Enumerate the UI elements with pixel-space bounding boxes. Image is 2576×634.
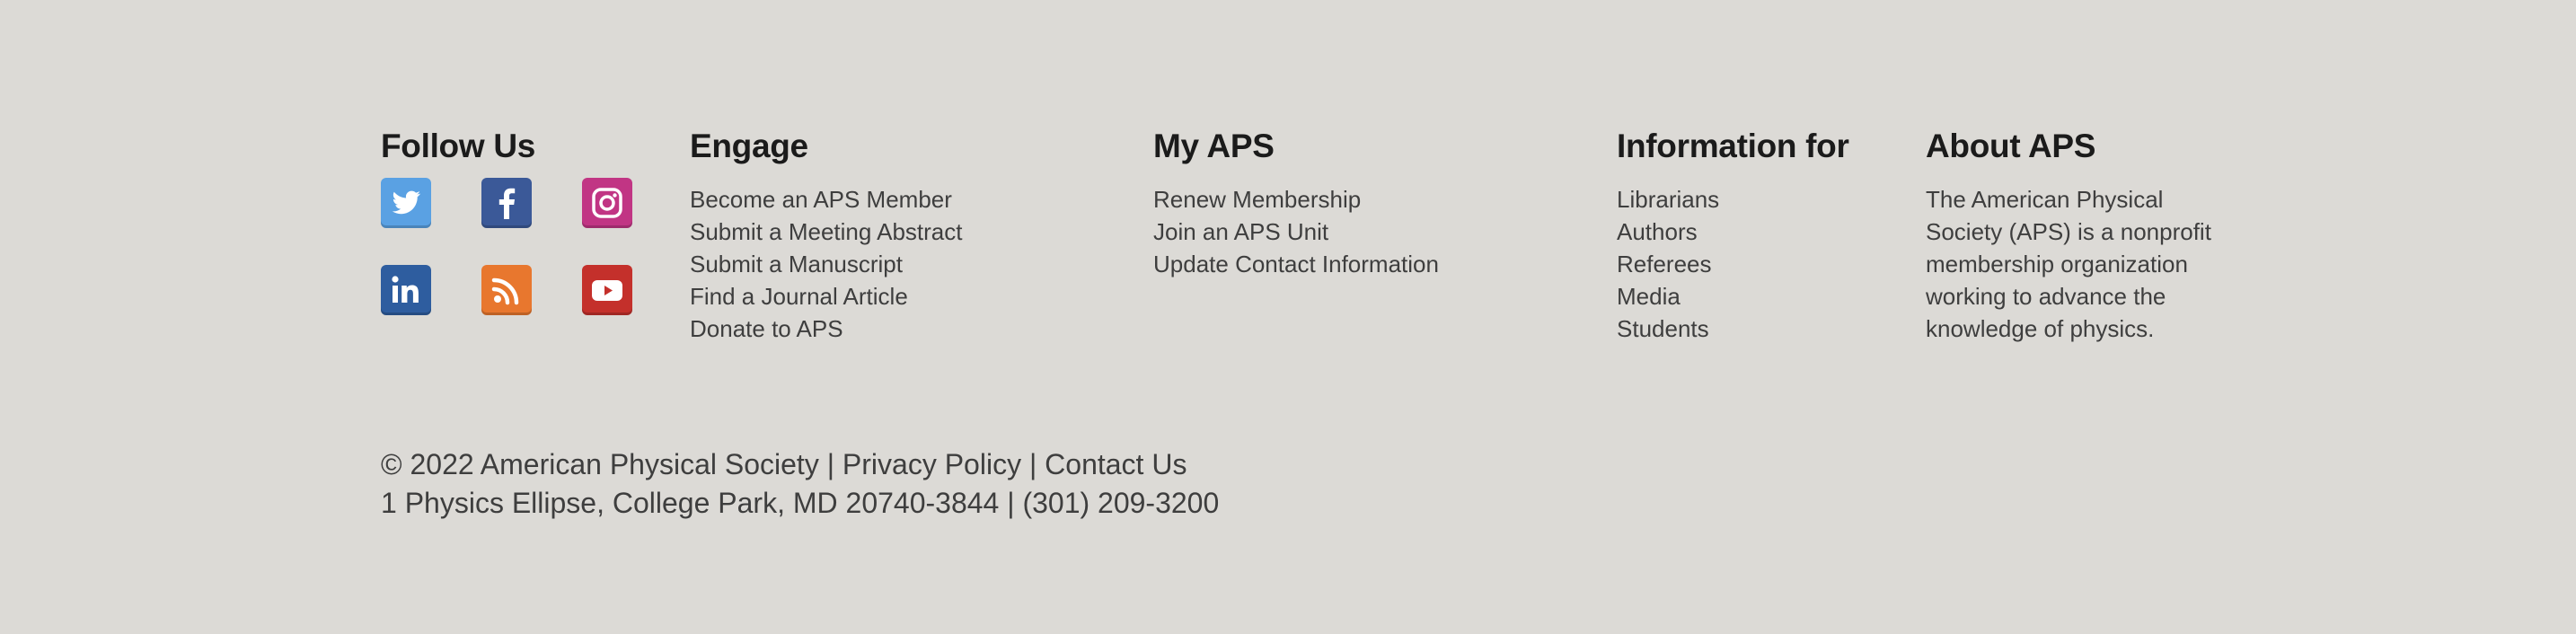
about-aps-section: About APS The American Physical Society …	[1926, 126, 2222, 345]
privacy-policy-link[interactable]: Privacy Policy	[842, 448, 1021, 480]
about-aps-text: The American Physical Society (APS) is a…	[1926, 186, 2211, 342]
contact-us-link[interactable]: Contact Us	[1045, 448, 1187, 480]
link-join-unit[interactable]: Join an APS Unit	[1153, 216, 1439, 248]
separator: |	[818, 448, 842, 480]
follow-us-heading: Follow Us	[381, 128, 536, 164]
engage-links: Become an APS Member Submit a Meeting Ab…	[690, 183, 962, 345]
information-for-heading: Information for	[1617, 128, 1849, 164]
information-for-links: Librarians Authors Referees Media Studen…	[1617, 183, 1849, 345]
link-submit-manuscript[interactable]: Submit a Manuscript	[690, 248, 962, 280]
link-referees[interactable]: Referees	[1617, 248, 1849, 280]
link-donate[interactable]: Donate to APS	[690, 313, 962, 345]
youtube-icon[interactable]	[582, 265, 632, 315]
separator: |	[1021, 448, 1045, 480]
link-librarians[interactable]: Librarians	[1617, 183, 1849, 216]
information-for-section: Information for Librarians Authors Refer…	[1617, 126, 1849, 345]
twitter-icon[interactable]	[381, 178, 431, 228]
my-aps-section: My APS Renew Membership Join an APS Unit…	[1153, 126, 1439, 280]
link-authors[interactable]: Authors	[1617, 216, 1849, 248]
facebook-icon[interactable]	[481, 178, 532, 228]
link-become-member[interactable]: Become an APS Member	[690, 183, 962, 216]
rss-icon[interactable]	[481, 265, 532, 315]
about-aps-heading: About APS	[1926, 128, 2096, 164]
footer-links-line: © 2022 American Physical Society | Priva…	[381, 445, 1219, 484]
link-media[interactable]: Media	[1617, 280, 1849, 313]
link-find-article[interactable]: Find a Journal Article	[690, 280, 962, 313]
link-update-contact[interactable]: Update Contact Information	[1153, 248, 1439, 280]
address-line: 1 Physics Ellipse, College Park, MD 2074…	[381, 487, 1220, 519]
linkedin-icon[interactable]	[381, 265, 431, 315]
my-aps-heading: My APS	[1153, 128, 1275, 164]
social-icons	[381, 178, 632, 315]
engage-section: Engage Become an APS Member Submit a Mee…	[690, 126, 962, 345]
link-renew-membership[interactable]: Renew Membership	[1153, 183, 1439, 216]
copyright-text: © 2022 American Physical Society	[381, 448, 819, 480]
link-students[interactable]: Students	[1617, 313, 1849, 345]
footer: © 2022 American Physical Society | Priva…	[381, 445, 1219, 523]
my-aps-links: Renew Membership Join an APS Unit Update…	[1153, 183, 1439, 280]
instagram-icon[interactable]	[582, 178, 632, 228]
follow-us-section: Follow Us	[381, 126, 632, 315]
link-submit-abstract[interactable]: Submit a Meeting Abstract	[690, 216, 962, 248]
engage-heading: Engage	[690, 128, 808, 164]
